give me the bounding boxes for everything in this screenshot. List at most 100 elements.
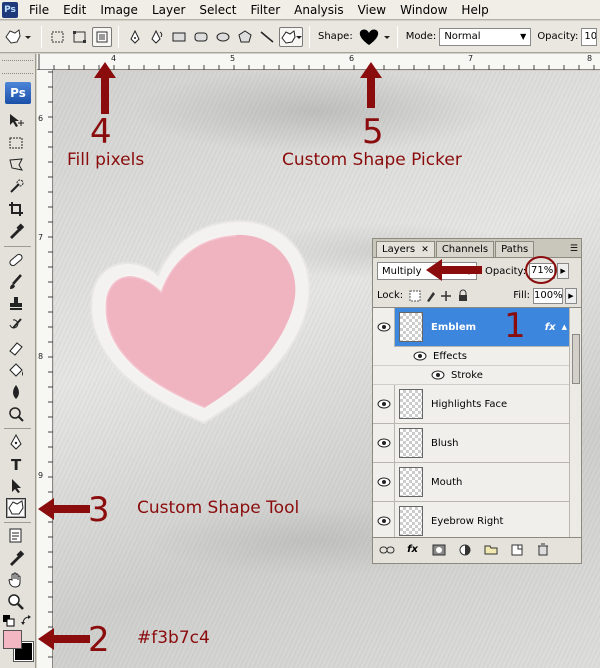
foreground-color-swatch[interactable] bbox=[3, 630, 22, 649]
link-layers-button[interactable] bbox=[377, 542, 396, 558]
hand-icon bbox=[8, 572, 21, 588]
paint-bucket-tool[interactable] bbox=[6, 360, 26, 380]
rectangle-button[interactable] bbox=[169, 27, 189, 47]
fx-icon[interactable]: fx bbox=[545, 322, 556, 333]
effects-label: Effects bbox=[433, 350, 467, 362]
polygon-button[interactable] bbox=[235, 27, 255, 47]
menu-edit[interactable]: Edit bbox=[56, 0, 93, 20]
toolbox: Ps T bbox=[0, 54, 36, 668]
menu-image[interactable]: Image bbox=[93, 0, 145, 20]
pen-button[interactable] bbox=[125, 27, 145, 47]
shape-picker[interactable] bbox=[357, 27, 391, 47]
drop-icon bbox=[13, 385, 19, 399]
freeform-pen-button[interactable] bbox=[147, 27, 167, 47]
shape-layers-button[interactable] bbox=[48, 27, 68, 47]
eye-icon[interactable] bbox=[373, 423, 395, 463]
layer-thumbnail bbox=[399, 312, 423, 342]
ruler-ticks bbox=[48, 71, 53, 658]
toolbox-grip[interactable] bbox=[2, 60, 33, 74]
opacity-input[interactable]: 10 bbox=[581, 27, 598, 46]
add-mask-button[interactable] bbox=[429, 542, 448, 558]
mode-select[interactable]: Normal ▼ bbox=[439, 27, 532, 46]
fill-input[interactable]: 100% bbox=[533, 287, 563, 304]
adjustment-layer-button[interactable] bbox=[455, 542, 474, 558]
menu-window[interactable]: Window bbox=[393, 0, 454, 20]
rounded-rectangle-button[interactable] bbox=[191, 27, 211, 47]
lock-options-icon[interactable] bbox=[409, 289, 479, 303]
tool-preset-picker[interactable] bbox=[1, 27, 35, 47]
eyedropper-tool-2[interactable] bbox=[6, 548, 26, 568]
stroke-row[interactable]: Stroke bbox=[373, 366, 569, 385]
eye-icon[interactable] bbox=[373, 308, 395, 347]
healing-brush-tool[interactable] bbox=[6, 250, 26, 270]
effects-row[interactable]: Effects bbox=[373, 347, 569, 366]
chevron-right-icon[interactable]: ▶ bbox=[557, 263, 570, 279]
lasso-tool[interactable] bbox=[6, 155, 26, 175]
marquee-tool[interactable] bbox=[6, 133, 26, 153]
layer-row-highlights-face[interactable]: Highlights Face bbox=[373, 384, 569, 424]
menu-analysis[interactable]: Analysis bbox=[287, 0, 350, 20]
eye-icon[interactable] bbox=[373, 501, 395, 537]
hand-tool[interactable] bbox=[6, 570, 26, 590]
ellipse-button[interactable] bbox=[213, 27, 233, 47]
layer-row-mouth[interactable]: Mouth bbox=[373, 462, 569, 502]
eyedropper-tool[interactable] bbox=[6, 221, 26, 241]
line-button[interactable] bbox=[257, 27, 277, 47]
app-icon[interactable]: Ps bbox=[2, 1, 18, 18]
brush-tool[interactable] bbox=[6, 272, 26, 292]
layer-row-blush[interactable]: Blush bbox=[373, 423, 569, 463]
eye-icon[interactable] bbox=[373, 462, 395, 502]
custom-shape-button[interactable] bbox=[279, 26, 303, 47]
lasso-icon bbox=[9, 158, 24, 171]
chevron-up-icon[interactable]: ▲ bbox=[562, 323, 567, 331]
photoshop-logo[interactable]: Ps bbox=[5, 82, 31, 104]
crop-tool[interactable] bbox=[6, 199, 26, 219]
scrollbar-thumb[interactable] bbox=[572, 334, 580, 384]
history-brush-tool[interactable] bbox=[6, 316, 26, 336]
pen-tool[interactable] bbox=[6, 432, 26, 452]
menu-layer[interactable]: Layer bbox=[145, 0, 192, 20]
separator bbox=[309, 25, 310, 48]
quick-selection-tool[interactable] bbox=[6, 177, 26, 197]
rectangle-icon bbox=[172, 32, 186, 41]
delete-layer-button[interactable] bbox=[533, 542, 552, 558]
menu-select[interactable]: Select bbox=[192, 0, 243, 20]
dodge-tool[interactable] bbox=[6, 404, 26, 424]
toolbox-separator bbox=[4, 246, 31, 247]
svg-text:T: T bbox=[11, 456, 22, 473]
layers-scrollbar[interactable] bbox=[569, 308, 581, 537]
notes-tool[interactable] bbox=[6, 526, 26, 546]
path-selection-tool[interactable] bbox=[6, 476, 26, 496]
layer-row-emblem[interactable]: Emblem fx ▲ bbox=[373, 308, 569, 347]
layer-list: Emblem fx ▲ Effects Stroke Highlights Fa… bbox=[373, 308, 581, 537]
close-icon[interactable]: ✕ bbox=[421, 245, 429, 255]
zoom-tool[interactable] bbox=[6, 592, 26, 612]
eraser-icon bbox=[9, 342, 23, 356]
swap-colors-button[interactable] bbox=[20, 614, 34, 628]
ruler-label: 8 bbox=[38, 352, 44, 361]
mode-value: Normal bbox=[444, 31, 481, 42]
eye-icon[interactable] bbox=[431, 370, 445, 380]
new-layer-button[interactable] bbox=[507, 542, 526, 558]
fill-pixels-button[interactable] bbox=[92, 26, 112, 47]
move-tool[interactable] bbox=[6, 111, 26, 131]
add-style-button[interactable]: fx bbox=[403, 542, 422, 558]
menu-view[interactable]: View bbox=[351, 0, 393, 20]
chevron-right-icon[interactable]: ▶ bbox=[565, 287, 577, 304]
menu-filter[interactable]: Filter bbox=[243, 0, 287, 20]
custom-shape-tool[interactable] bbox=[6, 498, 26, 518]
type-tool[interactable]: T bbox=[6, 454, 26, 474]
new-group-button[interactable] bbox=[481, 542, 500, 558]
pink-heart-shape bbox=[90, 219, 311, 425]
menu-file[interactable]: File bbox=[22, 0, 56, 20]
layer-row-eyebrow-right[interactable]: Eyebrow Right bbox=[373, 501, 569, 537]
eye-icon[interactable] bbox=[373, 384, 395, 424]
blur-tool[interactable] bbox=[6, 382, 26, 402]
paths-button[interactable] bbox=[70, 27, 90, 47]
eye-icon[interactable] bbox=[413, 351, 427, 361]
menu-help[interactable]: Help bbox=[454, 0, 495, 20]
eraser-tool[interactable] bbox=[6, 338, 26, 358]
clone-stamp-tool[interactable] bbox=[6, 294, 26, 314]
default-colors-button[interactable] bbox=[2, 614, 16, 628]
panel-menu-icon[interactable]: ☰ bbox=[570, 241, 578, 257]
